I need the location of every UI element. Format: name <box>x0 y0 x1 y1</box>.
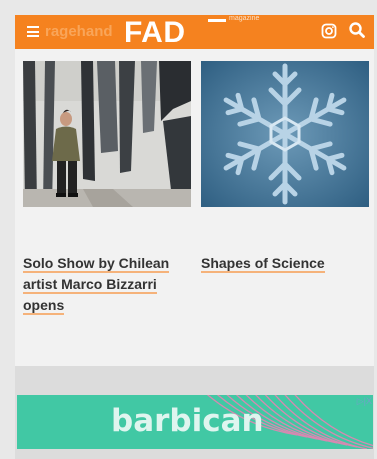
page: ragehand FAD magazine Solo Show by Chile… <box>0 0 377 459</box>
article-grid: Solo Show by Chilean artist Marco Bizzar… <box>15 49 374 366</box>
menu-icon[interactable] <box>27 26 39 37</box>
ad-brand-text[interactable]: barbican <box>111 403 264 439</box>
logo-subtitle: magazine <box>229 15 260 22</box>
article-title[interactable]: Solo Show by Chilean artist Marco Bizzar… <box>23 253 195 316</box>
instagram-icon[interactable] <box>321 23 337 39</box>
barbican-ad[interactable]: barbican ▷|X <box>17 395 373 449</box>
article-image[interactable] <box>23 61 191 207</box>
article-card[interactable]: Solo Show by Chilean artist Marco Bizzar… <box>23 61 191 315</box>
article-image[interactable] <box>201 61 369 207</box>
article-card[interactable]: Shapes of Science <box>201 61 369 273</box>
adchoices-icon[interactable]: ▷|X <box>357 396 372 407</box>
search-icon[interactable] <box>348 21 366 39</box>
site-header: ragehand FAD magazine <box>15 15 374 49</box>
article-title[interactable]: Shapes of Science <box>201 253 373 274</box>
site-logo[interactable]: FAD <box>124 16 186 50</box>
logo-bar <box>208 19 226 22</box>
header-ghost-text: ragehand <box>45 23 113 40</box>
